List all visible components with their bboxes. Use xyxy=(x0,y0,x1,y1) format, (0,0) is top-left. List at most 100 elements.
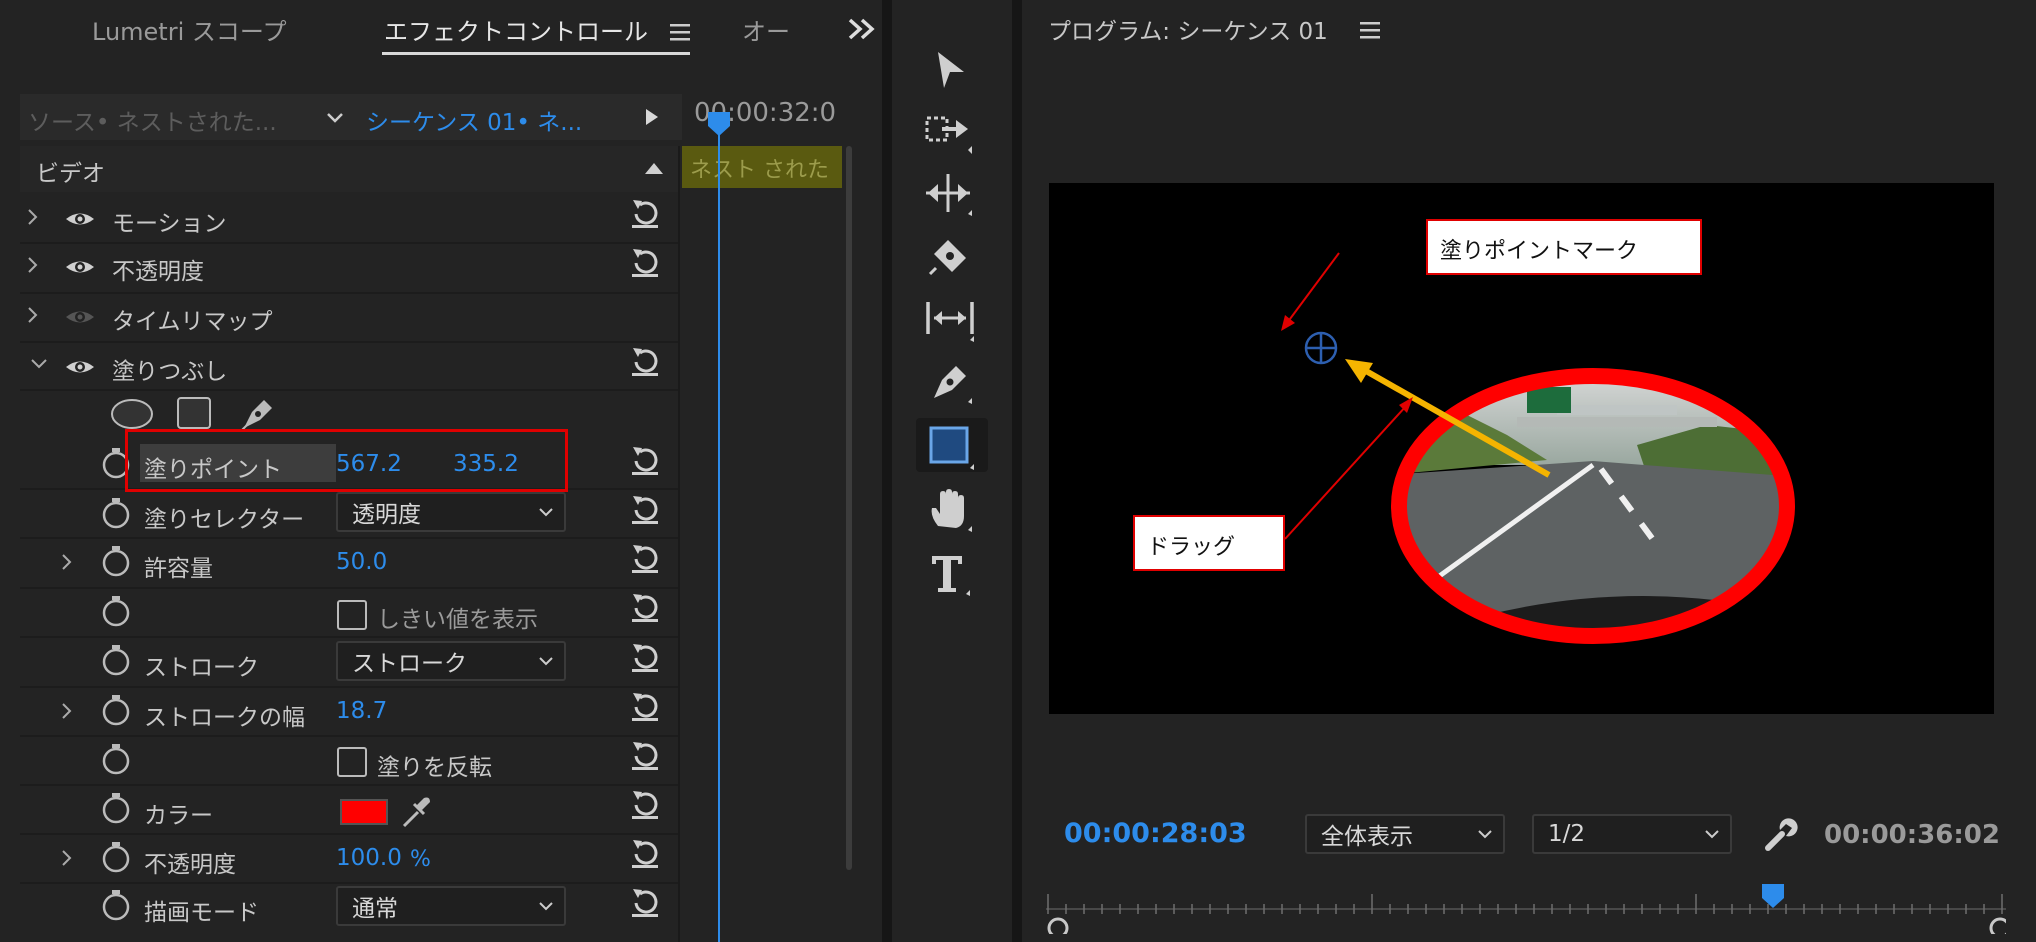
eye-icon[interactable] xyxy=(64,208,96,230)
type-tool-icon[interactable] xyxy=(928,550,972,596)
invert-fill-checkbox[interactable] xyxy=(337,747,367,777)
overflow-tabs-icon[interactable] xyxy=(848,16,876,42)
color-label: カラー xyxy=(144,803,213,829)
stroke-label: ストローク xyxy=(144,655,259,681)
program-playhead-icon[interactable] xyxy=(1760,882,1786,910)
eye-icon[interactable] xyxy=(64,356,96,378)
playhead-line xyxy=(718,118,720,942)
effect-label: 塗りつぶし xyxy=(112,359,228,385)
stopwatch-icon[interactable] xyxy=(101,693,131,727)
chevron-down-icon xyxy=(1478,830,1492,839)
resolution-dropdown[interactable]: 1/2 xyxy=(1532,814,1732,854)
eye-icon[interactable] xyxy=(64,256,96,278)
eyedropper-icon[interactable] xyxy=(398,792,434,830)
video-frame[interactable]: 塗りポイントマーク ドラッグ xyxy=(1049,183,1994,714)
zoom-dropdown[interactable]: 全体表示 xyxy=(1305,814,1505,854)
stopwatch-icon[interactable] xyxy=(101,888,131,922)
opacity-value[interactable]: 100.0 xyxy=(336,845,402,871)
panel-menu-icon[interactable] xyxy=(1360,20,1380,40)
expand-chevron-icon[interactable] xyxy=(60,849,72,867)
razor-tool-icon[interactable] xyxy=(926,234,972,280)
effect-label: タイムリマップ xyxy=(112,309,273,335)
reset-icon[interactable] xyxy=(628,836,662,870)
show-threshold-label: しきい値を表示 xyxy=(377,607,538,633)
pen-tool-icon[interactable] xyxy=(926,358,972,404)
scrollbar[interactable] xyxy=(846,146,852,870)
chevron-down-icon[interactable] xyxy=(326,110,344,129)
blend-mode-label: 描画モード xyxy=(144,900,259,926)
show-threshold-checkbox[interactable] xyxy=(337,600,367,630)
playhead-marker-icon[interactable] xyxy=(706,110,732,138)
reset-icon[interactable] xyxy=(628,590,662,624)
stopwatch-icon[interactable] xyxy=(101,742,131,776)
reset-icon[interactable] xyxy=(628,738,662,772)
stopwatch-icon[interactable] xyxy=(101,544,131,578)
dropdown-value: 全体表示 xyxy=(1321,824,1413,850)
collapse-up-icon[interactable] xyxy=(644,160,664,179)
panel-divider[interactable] xyxy=(1012,0,1022,942)
program-monitor-title[interactable]: プログラム: シーケンス 01 xyxy=(1048,12,1328,46)
reset-icon[interactable] xyxy=(628,492,662,526)
reset-icon[interactable] xyxy=(628,196,662,230)
track-select-tool-icon[interactable] xyxy=(924,108,974,154)
reset-icon[interactable] xyxy=(628,344,662,378)
expand-chevron-icon[interactable] xyxy=(60,553,72,571)
reset-icon[interactable] xyxy=(628,541,662,575)
sequence-clip-dropdown[interactable]: シーケンス 01• ネ... xyxy=(366,103,582,137)
stopwatch-icon[interactable] xyxy=(101,840,131,874)
ruler-ticks xyxy=(1046,894,2011,939)
panel-divider[interactable] xyxy=(882,0,892,942)
stroke-dropdown[interactable]: ストローク xyxy=(336,641,566,681)
expand-chevron-icon[interactable] xyxy=(26,208,38,226)
reset-icon[interactable] xyxy=(628,245,662,279)
stroke-width-value[interactable]: 18.7 xyxy=(336,698,387,724)
reset-icon[interactable] xyxy=(628,443,662,477)
play-only-audio-icon[interactable] xyxy=(644,107,660,131)
panel-menu-icon[interactable] xyxy=(670,22,690,42)
callout-drag: ドラッグ xyxy=(1133,515,1285,571)
time-ruler[interactable] xyxy=(1046,886,2011,939)
rectangle-mask-icon[interactable] xyxy=(176,396,212,430)
nested-clip-label: ネスト された xyxy=(690,158,829,183)
current-timecode[interactable]: 00:00:28:03 xyxy=(1064,818,1247,849)
reset-icon[interactable] xyxy=(628,689,662,723)
reset-icon[interactable] xyxy=(628,885,662,919)
reset-icon[interactable] xyxy=(628,787,662,821)
chevron-down-icon xyxy=(539,657,553,666)
tolerance-value[interactable]: 50.0 xyxy=(336,549,387,575)
fill-selector-dropdown[interactable]: 透明度 xyxy=(336,492,566,532)
expand-chevron-icon[interactable] xyxy=(26,306,38,324)
blend-mode-dropdown[interactable]: 通常 xyxy=(336,886,566,926)
tab-audio[interactable]: オー xyxy=(742,12,790,47)
stopwatch-icon[interactable] xyxy=(101,594,131,628)
ellipse-mask-icon[interactable] xyxy=(110,398,154,430)
video-section-bar xyxy=(20,146,680,192)
effect-row-opacity[interactable]: 不透明度 xyxy=(20,244,680,290)
selection-tool-icon[interactable] xyxy=(930,48,970,92)
hand-tool-icon[interactable] xyxy=(926,486,972,532)
callout-text: ドラッグ xyxy=(1147,535,1236,560)
stopwatch-icon[interactable] xyxy=(101,791,131,825)
wrench-icon[interactable] xyxy=(1762,816,1798,852)
pen-mask-icon[interactable] xyxy=(238,394,278,434)
opacity-unit: % xyxy=(410,847,431,872)
color-swatch[interactable] xyxy=(340,799,388,825)
expand-chevron-icon[interactable] xyxy=(60,702,72,720)
collapse-chevron-icon[interactable] xyxy=(30,358,48,370)
slip-tool-icon[interactable] xyxy=(924,296,976,342)
mini-timeline[interactable]: 00:00:32:0 ネスト された xyxy=(682,94,852,942)
stopwatch-icon[interactable] xyxy=(101,643,131,677)
invert-fill-label: 塗りを反転 xyxy=(377,755,492,781)
nested-clip[interactable]: ネスト された xyxy=(682,146,842,188)
ripple-edit-tool-icon[interactable] xyxy=(924,170,974,216)
expand-chevron-icon[interactable] xyxy=(26,256,38,274)
effect-row-time-remap[interactable]: タイムリマップ xyxy=(20,294,680,340)
tab-lumetri-scopes[interactable]: Lumetri スコープ xyxy=(92,12,286,47)
stopwatch-icon[interactable] xyxy=(101,496,131,530)
reset-icon[interactable] xyxy=(628,640,662,674)
dropdown-value: 通常 xyxy=(352,896,398,922)
effect-row-motion[interactable]: モーション xyxy=(20,196,680,242)
effect-row-fill[interactable]: 塗りつぶし xyxy=(20,344,680,390)
tab-effect-controls[interactable]: エフェクトコントロール xyxy=(384,12,648,47)
rectangle-tool-icon[interactable] xyxy=(928,424,976,470)
